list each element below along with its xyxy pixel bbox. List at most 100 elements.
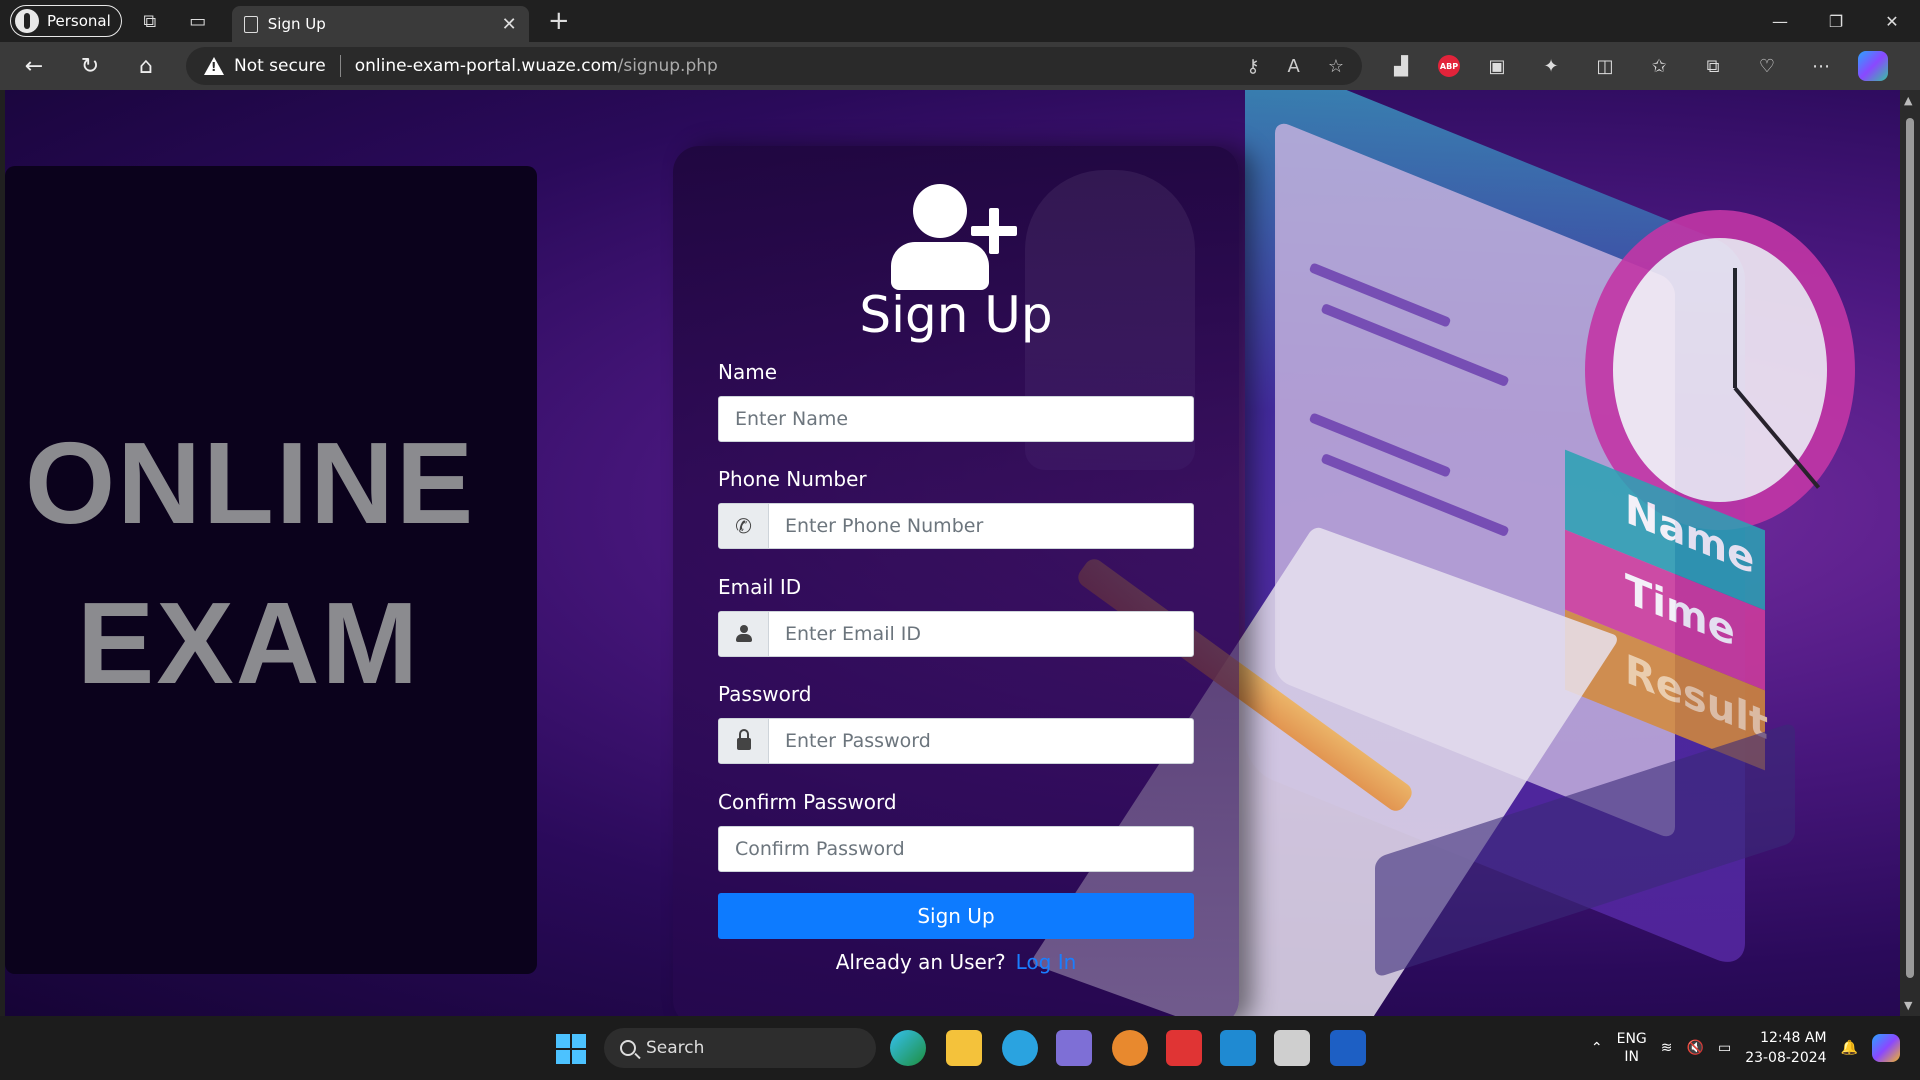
browser-essentials-icon[interactable]: ♡	[1750, 49, 1784, 83]
phone-icon: ✆	[719, 504, 769, 548]
name-field-wrap	[718, 396, 1194, 442]
read-aloud-icon[interactable]: A	[1288, 56, 1300, 77]
brand-line-2: EXAM	[77, 578, 421, 708]
new-tab-button[interactable]: +	[541, 6, 577, 36]
language-indicator[interactable]: ENG IN	[1617, 1030, 1647, 1066]
scroll-up-icon[interactable]: ▲	[1904, 94, 1912, 107]
url-path[interactable]: /signup.php	[618, 56, 718, 76]
copilot-icon[interactable]	[1858, 51, 1888, 81]
wifi-icon[interactable]: ≋	[1661, 1040, 1673, 1056]
login-prompt: Already an User? Log In	[673, 950, 1239, 974]
extensions-icon[interactable]: ✦	[1534, 49, 1568, 83]
address-toolbar: ← ↻ ⌂ Not secure online-exam-portal.wuaz…	[0, 42, 1920, 90]
file-explorer-icon[interactable]	[946, 1030, 982, 1066]
form-title: Sign Up	[859, 286, 1053, 344]
tab-actions-icon[interactable]: ▭	[178, 5, 218, 37]
favorites-icon[interactable]: ✩	[1642, 49, 1676, 83]
dark-reader-extension-icon[interactable]: ▣	[1480, 49, 1514, 83]
window-controls: — ❐ ✕	[1752, 0, 1920, 42]
page-viewport: Name Time Result ONLINE EXAM Sign Up Nam…	[5, 90, 1900, 1016]
security-label[interactable]: Not secure	[234, 56, 326, 76]
adblock-plus-icon[interactable]: ABP	[1438, 55, 1460, 77]
word-icon[interactable]	[1330, 1030, 1366, 1066]
password-field-wrap	[718, 718, 1194, 764]
address-bar-actions: ⚷ A ☆	[1246, 56, 1344, 77]
lock-icon	[719, 719, 769, 763]
minimize-icon[interactable]: —	[1752, 0, 1808, 42]
already-user-text: Already an User?	[835, 950, 1006, 974]
extensions-area: ▟ ABP ▣ ✦ ◫ ✩ ⧉ ♡ ⋯	[1384, 49, 1888, 83]
tab-title: Sign Up	[267, 15, 326, 33]
browser-tab-bar: Personal ⧉ ▭ Sign Up ✕ + — ❐ ✕	[0, 0, 1920, 42]
collections-icon[interactable]: ⧉	[1696, 49, 1730, 83]
email-label: Email ID	[718, 575, 802, 599]
profile-label: Personal	[47, 12, 111, 30]
telegram-icon[interactable]	[1002, 1030, 1038, 1066]
anydesk-icon[interactable]	[1166, 1030, 1202, 1066]
profile-button[interactable]: Personal	[10, 5, 122, 37]
stats-extension-icon[interactable]: ▟	[1384, 49, 1418, 83]
lang-line-2: IN	[1624, 1049, 1639, 1065]
confirm-password-input[interactable]	[719, 827, 1193, 871]
name-label: Name	[718, 360, 778, 384]
taskbar-search[interactable]: Search	[604, 1028, 876, 1068]
system-tray: ⌃ ENG IN ≋ 🔇 ▭ 12:48 AM 23-08-2024 🔔	[1591, 1016, 1920, 1080]
confirm-password-label: Confirm Password	[718, 790, 897, 814]
signup-button[interactable]: Sign Up	[718, 893, 1194, 939]
brand-panel: ONLINE EXAM	[5, 166, 537, 974]
warning-icon[interactable]	[204, 57, 224, 75]
close-tab-icon[interactable]: ✕	[502, 14, 517, 35]
workspaces-icon[interactable]: ⧉	[130, 5, 170, 37]
more-menu-icon[interactable]: ⋯	[1804, 49, 1838, 83]
password-input[interactable]	[769, 719, 1193, 763]
lang-line-1: ENG	[1616, 1031, 1647, 1047]
windows-start-icon[interactable]	[556, 1034, 586, 1064]
login-link[interactable]: Log In	[1016, 950, 1077, 974]
email-field-wrap	[718, 611, 1194, 657]
snipping-tool-icon[interactable]	[1274, 1030, 1310, 1066]
page-scrollbar[interactable]: ▲ ▼	[1900, 90, 1920, 1016]
signup-form: Sign Up Name Phone Number ✆ Email ID Pas…	[673, 146, 1239, 1016]
phone-input[interactable]	[769, 504, 1193, 548]
time-text: 12:48 AM	[1760, 1030, 1827, 1046]
confirm-password-field-wrap	[718, 826, 1194, 872]
scroll-down-icon[interactable]: ▼	[1904, 999, 1912, 1012]
phone-label: Phone Number	[718, 467, 867, 491]
home-icon[interactable]: ⌂	[124, 46, 168, 86]
address-bar[interactable]: Not secure online-exam-portal.wuaze.com …	[186, 47, 1362, 85]
back-icon[interactable]: ←	[12, 46, 56, 86]
app-icon[interactable]	[1056, 1030, 1092, 1066]
favorite-star-icon[interactable]: ☆	[1328, 56, 1344, 77]
taskbar-search-label: Search	[646, 1038, 705, 1058]
brand-line-1: ONLINE	[25, 418, 476, 548]
email-input[interactable]	[769, 612, 1193, 656]
restore-icon[interactable]: ❐	[1808, 0, 1864, 42]
notification-bell-icon[interactable]: 🔔	[1841, 1040, 1858, 1056]
copilot-taskbar-icon[interactable]	[1872, 1034, 1900, 1062]
date-text: 23-08-2024	[1745, 1050, 1827, 1066]
chevron-up-icon[interactable]: ⌃	[1591, 1040, 1603, 1056]
add-user-icon	[891, 184, 1023, 292]
password-label: Password	[718, 682, 812, 706]
volume-mute-icon[interactable]: 🔇	[1687, 1040, 1704, 1056]
profile-avatar-icon	[15, 9, 39, 33]
divider	[339, 55, 341, 77]
url-host[interactable]: online-exam-portal.wuaze.com	[355, 56, 618, 76]
taskbar: Search ⌃ ENG IN ≋ 🔇 ▭ 12:48 AM 23-08-202…	[0, 1016, 1920, 1080]
scrollbar-thumb[interactable]	[1906, 118, 1914, 978]
split-screen-icon[interactable]: ◫	[1588, 49, 1622, 83]
eclipse-icon[interactable]	[1112, 1030, 1148, 1066]
name-input[interactable]	[719, 397, 1193, 441]
edge-app-icon[interactable]	[890, 1030, 926, 1066]
refresh-icon[interactable]: ↻	[68, 46, 112, 86]
key-icon[interactable]: ⚷	[1246, 56, 1259, 77]
close-window-icon[interactable]: ✕	[1864, 0, 1920, 42]
vscode-icon[interactable]	[1220, 1030, 1256, 1066]
tab-signup[interactable]: Sign Up ✕	[231, 6, 529, 42]
battery-icon[interactable]: ▭	[1718, 1040, 1731, 1056]
user-icon	[719, 612, 769, 656]
page-icon	[243, 15, 258, 33]
search-icon	[620, 1040, 636, 1056]
clock[interactable]: 12:48 AM 23-08-2024	[1745, 1028, 1826, 1068]
phone-field-wrap: ✆	[718, 503, 1194, 549]
